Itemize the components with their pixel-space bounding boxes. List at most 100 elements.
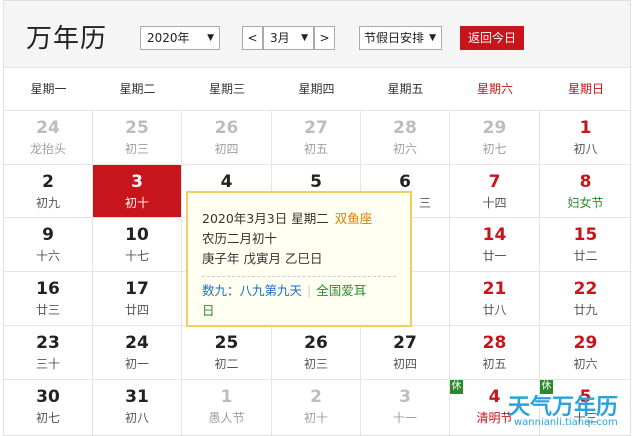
back-to-today-button[interactable]: 返回今日 <box>460 26 524 50</box>
day-number: 3 <box>131 172 143 192</box>
day-number: 27 <box>393 333 417 353</box>
lunar-label: 初三 <box>303 357 328 371</box>
month-select[interactable]: 3月 ▼ <box>263 26 314 50</box>
month-select-value: 3月 <box>270 31 290 45</box>
popup-ganzhi: 庚子年 戊寅月 乙巳日 <box>202 251 323 266</box>
popup-info-line: 数九：八九第九天 | 全国爱耳 <box>202 281 396 301</box>
day-number: 8 <box>579 172 592 192</box>
day-number: 24 <box>125 333 149 353</box>
day-cell[interactable]: 30 初七 <box>4 380 93 435</box>
popup-festival-link[interactable]: 全国爱耳 <box>316 283 366 298</box>
year-select-value: 2020年 <box>147 31 190 45</box>
day-number: 4 <box>220 172 233 192</box>
day-cell[interactable]: 7 十四 <box>450 165 540 218</box>
lunar-label: 廿四 <box>124 303 149 317</box>
lunar-label: 初八 <box>124 411 149 425</box>
day-number: 27 <box>304 118 328 138</box>
day-number: 3 <box>399 387 411 407</box>
weekday-label: 星期日 <box>567 82 604 96</box>
day-number: 28 <box>482 333 507 353</box>
day-cell[interactable]: 31 初八 <box>93 380 182 435</box>
day-number: 2 <box>310 387 322 407</box>
holiday-select[interactable]: 节假日安排 ▼ <box>359 26 442 50</box>
day-cell[interactable]: 16 廿三 <box>4 272 93 326</box>
day-number: 23 <box>36 333 60 353</box>
day-number: 14 <box>482 225 507 245</box>
rest-day-badge: 休 <box>450 380 463 394</box>
lunar-label: 十四 <box>482 196 507 210</box>
lunar-label: 初四 <box>392 357 417 371</box>
chevron-down-icon: ▼ <box>429 33 436 43</box>
lunar-label: 初七 <box>482 142 507 156</box>
day-cell[interactable]: 26 初四 <box>182 111 272 165</box>
lunar-label: 妇女节 <box>567 196 604 210</box>
popup-zodiac[interactable]: 双鱼座 <box>335 211 373 226</box>
day-number: 25 <box>214 333 239 353</box>
lunar-label: 十六 <box>35 249 60 263</box>
day-cell[interactable]: 24 龙抬头 <box>4 111 93 165</box>
calendar-header: 万年历 2020年 ▼ < 3月 ▼ > 节假日安排 ▼ 返回今日 <box>4 1 630 67</box>
lunar-label: 初六 <box>392 142 417 156</box>
year-select[interactable]: 2020年 ▼ <box>140 26 220 50</box>
next-month-button[interactable]: > <box>314 26 335 50</box>
day-cell[interactable]: 25 初二 <box>182 326 272 380</box>
day-cell[interactable]: 1 初八 <box>540 111 630 165</box>
calendar: 万年历 2020年 ▼ < 3月 ▼ > 节假日安排 ▼ 返回今日 星期一 星期二… <box>3 0 631 436</box>
day-cell[interactable]: 22 廿九 <box>540 272 630 326</box>
lunar-label: 初六 <box>573 357 598 371</box>
day-cell[interactable]: 29 初六 <box>540 326 630 380</box>
day-cell[interactable]: 15 廿二 <box>540 218 630 272</box>
day-number: 17 <box>125 279 149 299</box>
day-detail-popup: 2020年3月3日 星期二 双鱼座 农历二月初十 庚子年 戊寅月 乙巳日 数九：八… <box>186 191 412 327</box>
popup-festival-link-tail[interactable]: 日 <box>202 301 396 321</box>
prev-month-button[interactable]: < <box>242 26 263 50</box>
day-cell[interactable]: 2 初十 <box>272 380 361 435</box>
holiday-select-value: 节假日安排 <box>364 31 425 45</box>
day-cell[interactable]: 27 初五 <box>272 111 361 165</box>
day-cell[interactable]: 2 初九 <box>4 165 93 218</box>
lunar-label: 初四 <box>214 142 239 156</box>
day-cell[interactable]: 23 三十 <box>4 326 93 380</box>
day-cell[interactable]: 25 初三 <box>93 111 182 165</box>
day-cell[interactable]: 3 十一 <box>361 380 450 435</box>
lunar-label: 初八 <box>573 142 598 156</box>
day-number: 25 <box>125 118 149 138</box>
day-cell[interactable]: 8 妇女节 <box>540 165 630 218</box>
lunar-label: 廿一 <box>482 249 507 263</box>
day-number: 1 <box>220 387 233 407</box>
day-cell[interactable]: 24 初一 <box>93 326 182 380</box>
weekday-label: 星期一 <box>30 82 67 96</box>
lunar-label: 愚人节 <box>208 411 245 425</box>
day-number: 29 <box>482 118 507 138</box>
day-cell[interactable]: 27 初四 <box>361 326 450 380</box>
day-number: 31 <box>125 387 149 407</box>
day-cell[interactable]: 9 十六 <box>4 218 93 272</box>
day-number: 21 <box>482 279 507 299</box>
day-cell[interactable]: 17 廿四 <box>93 272 182 326</box>
popup-lunar-date: 农历二月初十 <box>202 231 278 246</box>
day-cell[interactable]: 28 初五 <box>450 326 540 380</box>
day-cell[interactable]: 21 廿八 <box>450 272 540 326</box>
day-number: 16 <box>36 279 60 299</box>
day-number: 10 <box>125 225 149 245</box>
day-cell[interactable]: 28 初六 <box>361 111 450 165</box>
popup-date: 2020年3月3日 星期二 <box>202 211 329 226</box>
lunar-label: 十一 <box>392 411 417 425</box>
day-number: 26 <box>304 333 328 353</box>
watermark-url: wannianli.tianqi.com <box>514 417 618 428</box>
lunar-label: 十七 <box>124 249 149 263</box>
day-cell[interactable]: 10 十七 <box>93 218 182 272</box>
day-cell[interactable]: 29 初七 <box>450 111 540 165</box>
lunar-label: 廿九 <box>573 303 598 317</box>
day-cell[interactable]: 14 廿一 <box>450 218 540 272</box>
chevron-down-icon: ▼ <box>301 33 308 43</box>
day-cell[interactable]: 1 愚人节 <box>182 380 272 435</box>
page-title: 万年历 <box>26 24 108 54</box>
lunar-label: 初五 <box>303 142 328 156</box>
day-cell-today[interactable]: 3 初十 <box>93 165 182 218</box>
popup-shujiu-link[interactable]: 数九：八九第九天 <box>202 283 302 298</box>
lunar-label: 初九 <box>35 196 60 210</box>
lunar-label: 初七 <box>35 411 60 425</box>
day-number: 15 <box>573 225 598 245</box>
day-cell[interactable]: 26 初三 <box>272 326 361 380</box>
